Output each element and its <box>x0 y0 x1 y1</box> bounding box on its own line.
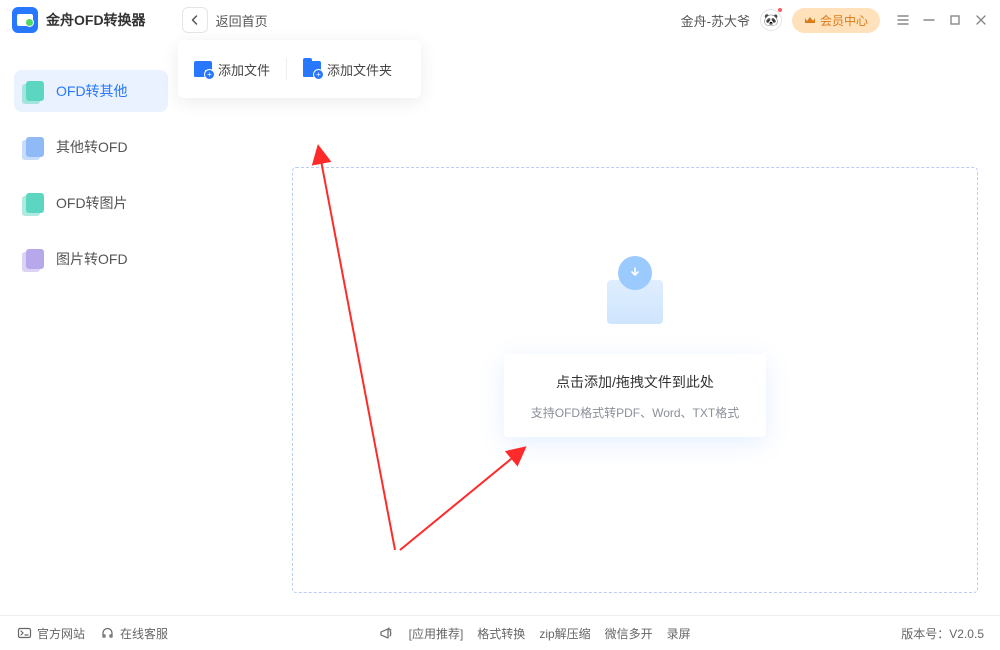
add-folder-label: 添加文件夹 <box>327 60 392 79</box>
footer-link-record[interactable]: 录屏 <box>667 625 691 642</box>
add-file-icon <box>194 61 212 77</box>
app-title: 金舟OFD转换器 <box>46 10 146 30</box>
maximize-button[interactable] <box>948 13 962 27</box>
drop-subtitle: 支持OFD格式转PDF、Word、TXT格式 <box>520 404 750 421</box>
vip-label: 会员中心 <box>820 12 868 29</box>
footer: 官方网站 在线客服 [应用推荐] 格式转换 zip解压缩 微信多开 录屏 版本号… <box>0 615 1000 650</box>
version: 版本号：V2.0.5 <box>901 625 984 642</box>
add-file-button[interactable]: 添加文件 <box>178 60 286 79</box>
drop-title: 点击添加/拖拽文件到此处 <box>520 372 750 392</box>
arrow-left-icon <box>189 14 201 26</box>
menu-button[interactable] <box>896 13 910 27</box>
minimize-button[interactable] <box>922 13 936 27</box>
download-icon <box>628 266 642 280</box>
app-logo <box>12 7 38 33</box>
title-bar: 金舟OFD转换器 返回首页 金舟-苏大爷 🐼 会员中心 <box>0 0 1000 40</box>
drop-zone[interactable]: 点击添加/拖拽文件到此处 支持OFD格式转PDF、Word、TXT格式 <box>292 167 978 593</box>
sidebar: OFD转其他 其他转OFD OFD转图片 图片转OFD <box>0 40 178 615</box>
vip-button[interactable]: 会员中心 <box>792 8 880 33</box>
doc-icon <box>24 192 46 214</box>
official-site-link[interactable]: 官方网站 <box>16 625 85 642</box>
megaphone-icon <box>379 625 395 641</box>
official-site-label: 官方网站 <box>37 625 85 642</box>
header-right: 金舟-苏大爷 🐼 会员中心 <box>681 8 988 33</box>
close-button[interactable] <box>974 13 988 27</box>
window-controls <box>896 13 988 27</box>
footer-link-recommend[interactable]: [应用推荐] <box>409 625 464 642</box>
minimize-icon <box>922 13 936 27</box>
drop-card[interactable]: 点击添加/拖拽文件到此处 支持OFD格式转PDF、Word、TXT格式 <box>504 354 766 437</box>
doc-icon <box>24 248 46 270</box>
support-label: 在线客服 <box>120 625 168 642</box>
sidebar-item-label: OFD转图片 <box>56 193 128 213</box>
app-body: OFD转其他 其他转OFD OFD转图片 图片转OFD 添加文件 添加文件夹 <box>0 40 1000 615</box>
menu-icon <box>896 13 910 27</box>
sidebar-item-label: 图片转OFD <box>56 249 128 269</box>
drop-illustration <box>592 256 678 326</box>
add-file-label: 添加文件 <box>218 60 270 79</box>
sidebar-item-other-to-ofd[interactable]: 其他转OFD <box>14 126 168 168</box>
add-folder-icon <box>303 61 321 77</box>
close-icon <box>974 13 988 27</box>
footer-center: [应用推荐] 格式转换 zip解压缩 微信多开 录屏 <box>379 625 691 642</box>
sidebar-item-ofd-to-image[interactable]: OFD转图片 <box>14 182 168 224</box>
doc-icon <box>24 136 46 158</box>
add-folder-button[interactable]: 添加文件夹 <box>287 60 408 79</box>
sidebar-item-label: OFD转其他 <box>56 81 128 101</box>
doc-icon <box>24 80 46 102</box>
back-group: 返回首页 <box>182 7 268 33</box>
footer-link-wechat[interactable]: 微信多开 <box>605 625 653 642</box>
crown-icon <box>804 14 816 26</box>
footer-link-zip[interactable]: zip解压缩 <box>539 625 590 642</box>
globe-icon <box>16 625 32 641</box>
header-left: 金舟OFD转换器 返回首页 <box>12 7 268 33</box>
back-label: 返回首页 <box>216 11 268 30</box>
footer-left: 官方网站 在线客服 <box>16 625 168 642</box>
footer-link-format[interactable]: 格式转换 <box>477 625 525 642</box>
headset-icon <box>99 625 115 641</box>
support-link[interactable]: 在线客服 <box>99 625 168 642</box>
avatar[interactable]: 🐼 <box>760 9 782 31</box>
add-card: 添加文件 添加文件夹 <box>178 40 421 98</box>
sidebar-item-image-to-ofd[interactable]: 图片转OFD <box>14 238 168 280</box>
sidebar-item-ofd-to-other[interactable]: OFD转其他 <box>14 70 168 112</box>
sidebar-item-label: 其他转OFD <box>56 137 128 157</box>
back-button[interactable] <box>182 7 208 33</box>
main-area: 添加文件 添加文件夹 点击添加/拖拽文件到此处 支持OFD格式转PDF、Word… <box>178 40 1000 615</box>
maximize-icon <box>948 13 962 27</box>
username-label: 金舟-苏大爷 <box>681 11 750 30</box>
